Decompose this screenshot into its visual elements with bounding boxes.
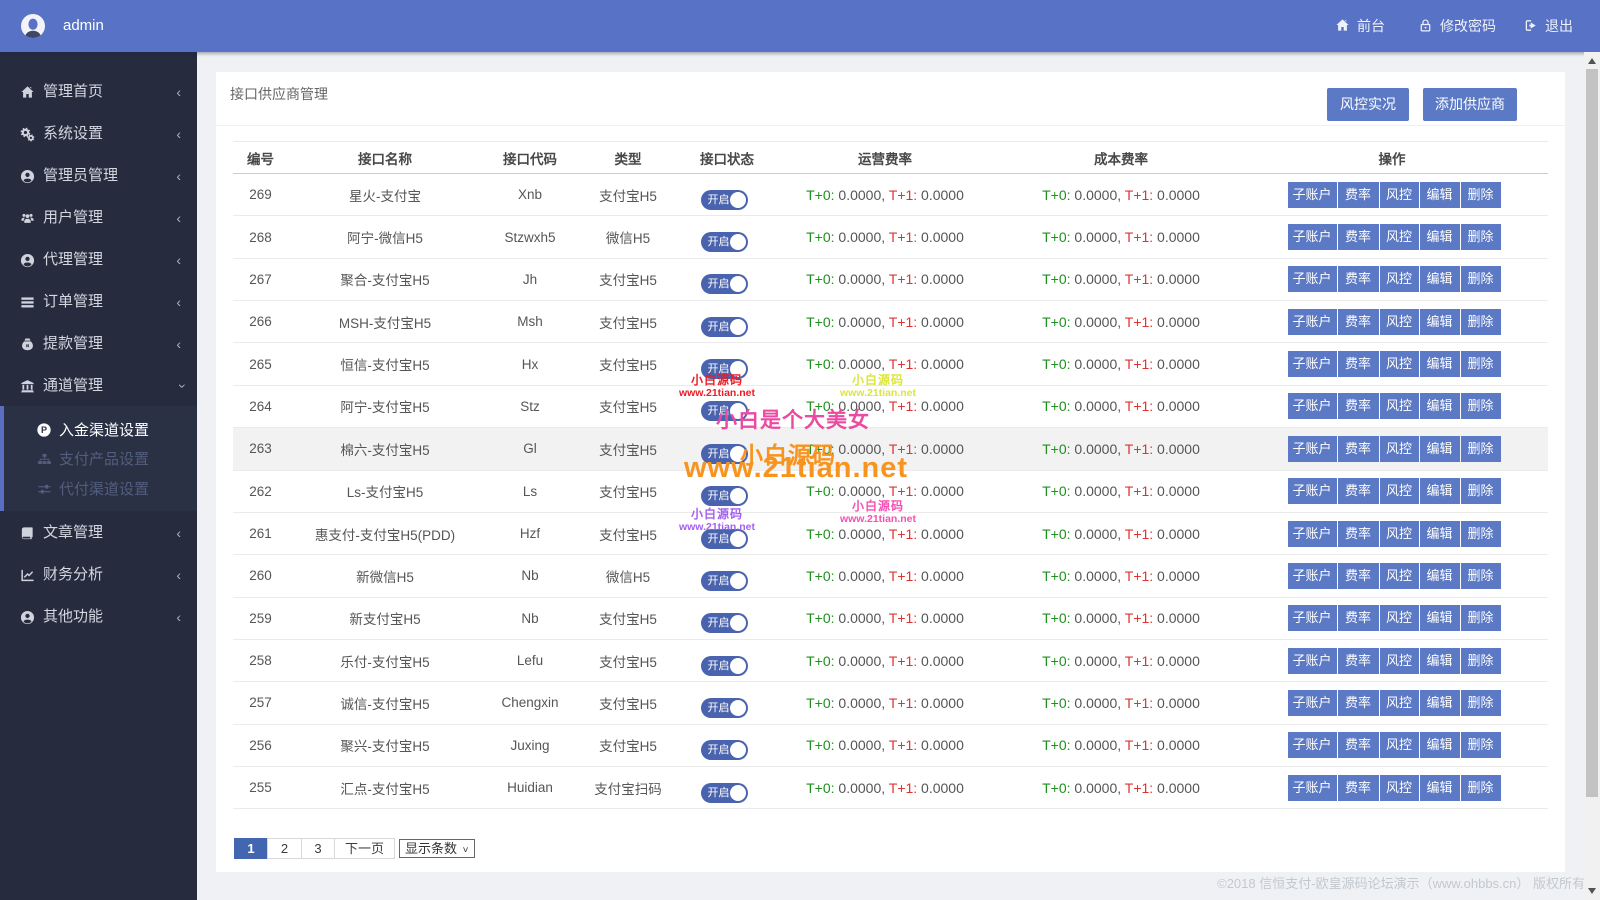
svg-text:P: P <box>41 425 47 435</box>
